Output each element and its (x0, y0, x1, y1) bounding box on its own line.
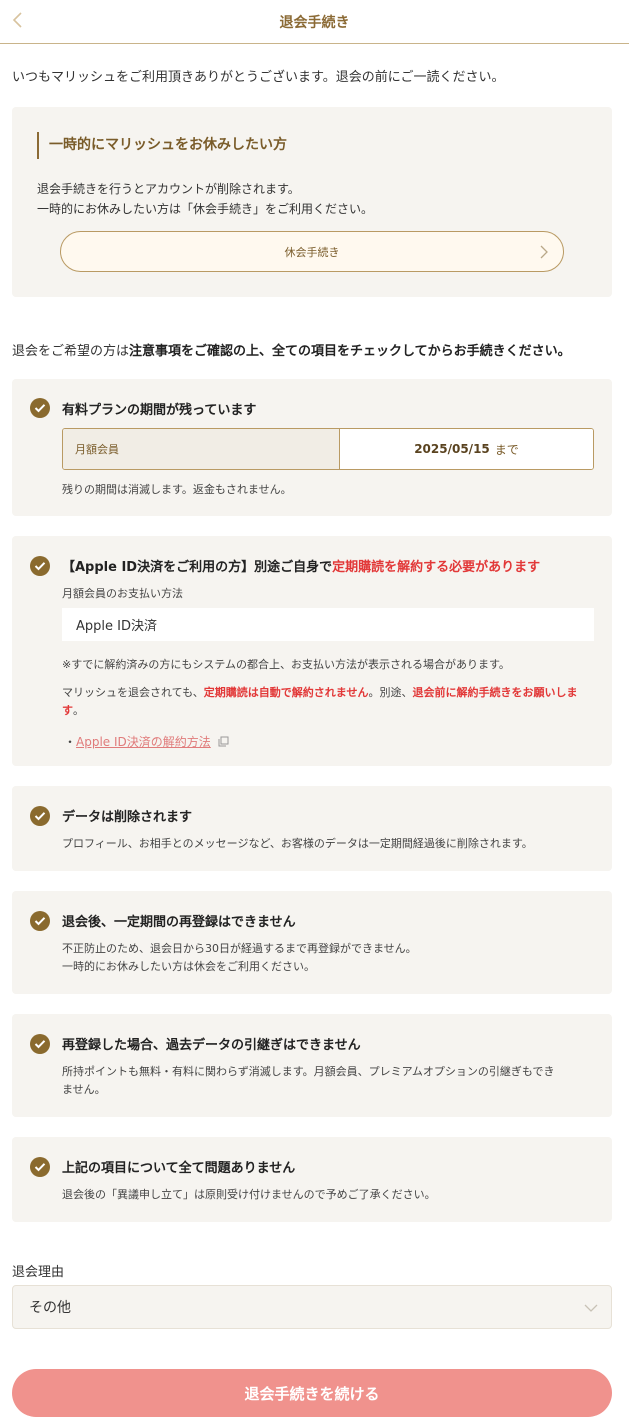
pause-desc-line2: 一時的にお休みしたい方は「休会手続き」をご利用ください。 (37, 202, 374, 216)
apple-title-alert: 定期購読を解約する必要があります (332, 560, 541, 575)
check-circle-icon[interactable] (30, 398, 50, 418)
reason-select[interactable]: その他 (12, 1285, 612, 1329)
lead-part2: 注意事項をご確認の上、全ての項目をチェックしてからお手続きください。 (129, 344, 571, 359)
check-text-transfer: 所持ポイントも無料・有料に関わらず消滅します。月額会員、プレミアムオプションの引… (62, 1063, 597, 1099)
check-title-data: データは削除されます (62, 810, 193, 825)
pause-section: 一時的にマリッシュをお休みしたい方 退会手続きを行うとアカウントが削除されます。… (12, 107, 612, 297)
apple-note2-c: 。別途、 (368, 686, 413, 699)
plan-info: 月額会員 2025/05/15 まで (62, 428, 594, 470)
check-item-data[interactable]: データは削除されます プロフィール、お相手とのメッセージなど、お客様のデータは一… (12, 786, 612, 871)
apple-title-prefix: 【Apple ID決済をご利用の方】別途ご自身で (62, 560, 333, 575)
lead-text: 退会をご希望の方は注意事項をご確認の上、全ての項目をチェックしてからお手続きくだ… (12, 340, 617, 359)
chevron-right-icon (540, 245, 548, 259)
pause-button-label: 休会手続き (284, 245, 340, 259)
rereg-line2: 一時的にお休みしたい方は休会をご利用ください。 (62, 960, 315, 973)
check-text-agree: 退会後の「異議申し立て」は原則受け付けませんので予めご了承ください。 (62, 1188, 436, 1201)
external-link-icon (218, 736, 229, 747)
check-circle-icon[interactable] (30, 556, 50, 576)
apple-note2-e: 。 (73, 704, 84, 717)
page-title: 退会手続き (279, 14, 350, 31)
chevron-down-icon (584, 1304, 598, 1312)
rereg-line1: 不正防止のため、退会日から30日が経過するまで再登録ができません。 (62, 942, 417, 955)
check-circle-icon[interactable] (30, 806, 50, 826)
back-button[interactable] (6, 9, 28, 31)
apple-note2-a: マリッシュを退会されても、 (62, 686, 204, 699)
check-item-apple[interactable]: 【Apple ID決済をご利用の方】別途ご自身で定期購読を解約する必要があります… (12, 536, 612, 766)
intro-text: いつもマリッシュをご利用頂きありがとうございます。退会の前にご一読ください。 (12, 70, 505, 85)
pause-description: 退会手続きを行うとアカウントが削除されます。 一時的にお休みしたい方は「休会手続… (37, 179, 373, 219)
apple-cancel-link-row: ・Apple ID決済の解約方法 (64, 733, 599, 751)
check-circle-icon[interactable] (30, 1157, 50, 1177)
check-item-agree[interactable]: 上記の項目について全て問題ありません 退会後の「異議申し立て」は原則受け付けませ… (12, 1137, 612, 1222)
pause-desc-line1: 退会手続きを行うとアカウントが削除されます。 (37, 182, 300, 196)
payment-label: 月額会員のお支払い方法 (62, 587, 183, 600)
payment-method-field: Apple ID決済 (62, 608, 594, 641)
apple-note2: マリッシュを退会されても、定期購読は自動で解約されません。別途、退会前に解約手続… (62, 684, 597, 720)
chevron-left-icon (12, 12, 22, 28)
check-title-apple: 【Apple ID決済をご利用の方】別途ご自身で定期購読を解約する必要があります (62, 556, 540, 575)
transfer-line2: ません。 (62, 1083, 106, 1096)
transfer-line1: 所持ポイントも無料・有料に関わらず消滅します。月額会員、プレミアムオプションの引… (62, 1065, 555, 1078)
continue-withdrawal-button[interactable]: 退会手続きを続ける (12, 1369, 612, 1417)
check-title-reregister: 退会後、一定期間の再登録はできません (62, 915, 296, 930)
lead-part1: 退会をご希望の方は (12, 344, 130, 359)
plan-date: 2025/05/15 (414, 442, 490, 456)
check-item-transfer[interactable]: 再登録した場合、過去データの引継ぎはできません 所持ポイントも無料・有料に関わら… (12, 1014, 612, 1117)
check-title-plan: 有料プランの期間が残っています (62, 403, 257, 418)
check-item-plan[interactable]: 有料プランの期間が残っています 月額会員 2025/05/15 まで 残りの期間は… (12, 379, 612, 516)
check-text-data: プロフィール、お相手とのメッセージなど、お客様のデータは一定期間経過後に削除され… (62, 837, 533, 850)
check-circle-icon[interactable] (30, 1034, 50, 1054)
check-item-reregister[interactable]: 退会後、一定期間の再登録はできません 不正防止のため、退会日から30日が経過する… (12, 891, 612, 994)
check-text-reregister: 不正防止のため、退会日から30日が経過するまで再登録ができません。 一時的にお休… (62, 940, 597, 976)
check-title-transfer: 再登録した場合、過去データの引継ぎはできません (62, 1038, 361, 1053)
plan-expiry: 2025/05/15 まで (340, 429, 593, 469)
reason-label: 退会理由 (12, 1265, 65, 1280)
check-circle-icon[interactable] (30, 911, 50, 931)
plan-name: 月額会員 (63, 429, 340, 469)
link-bullet: ・ (64, 735, 77, 749)
check-text-plan: 残りの期間は消滅します。返金もされません。 (62, 483, 292, 496)
apple-note2-b: 定期購読は自動で解約されません (203, 686, 369, 699)
plan-until: まで (494, 442, 519, 457)
check-title-agree: 上記の項目について全て問題ありません (62, 1161, 296, 1176)
reason-selected: その他 (29, 1300, 71, 1316)
pause-heading: 一時的にマリッシュをお休みしたい方 (37, 132, 287, 159)
apple-note1: ※すでに解約済みの方にもシステムの都合上、お支払い方法が表示される場合があります… (62, 658, 510, 671)
pause-button[interactable]: 休会手続き (60, 231, 564, 272)
apple-cancel-link[interactable]: Apple ID決済の解約方法 (76, 735, 211, 749)
header: 退会手続き (0, 0, 629, 44)
